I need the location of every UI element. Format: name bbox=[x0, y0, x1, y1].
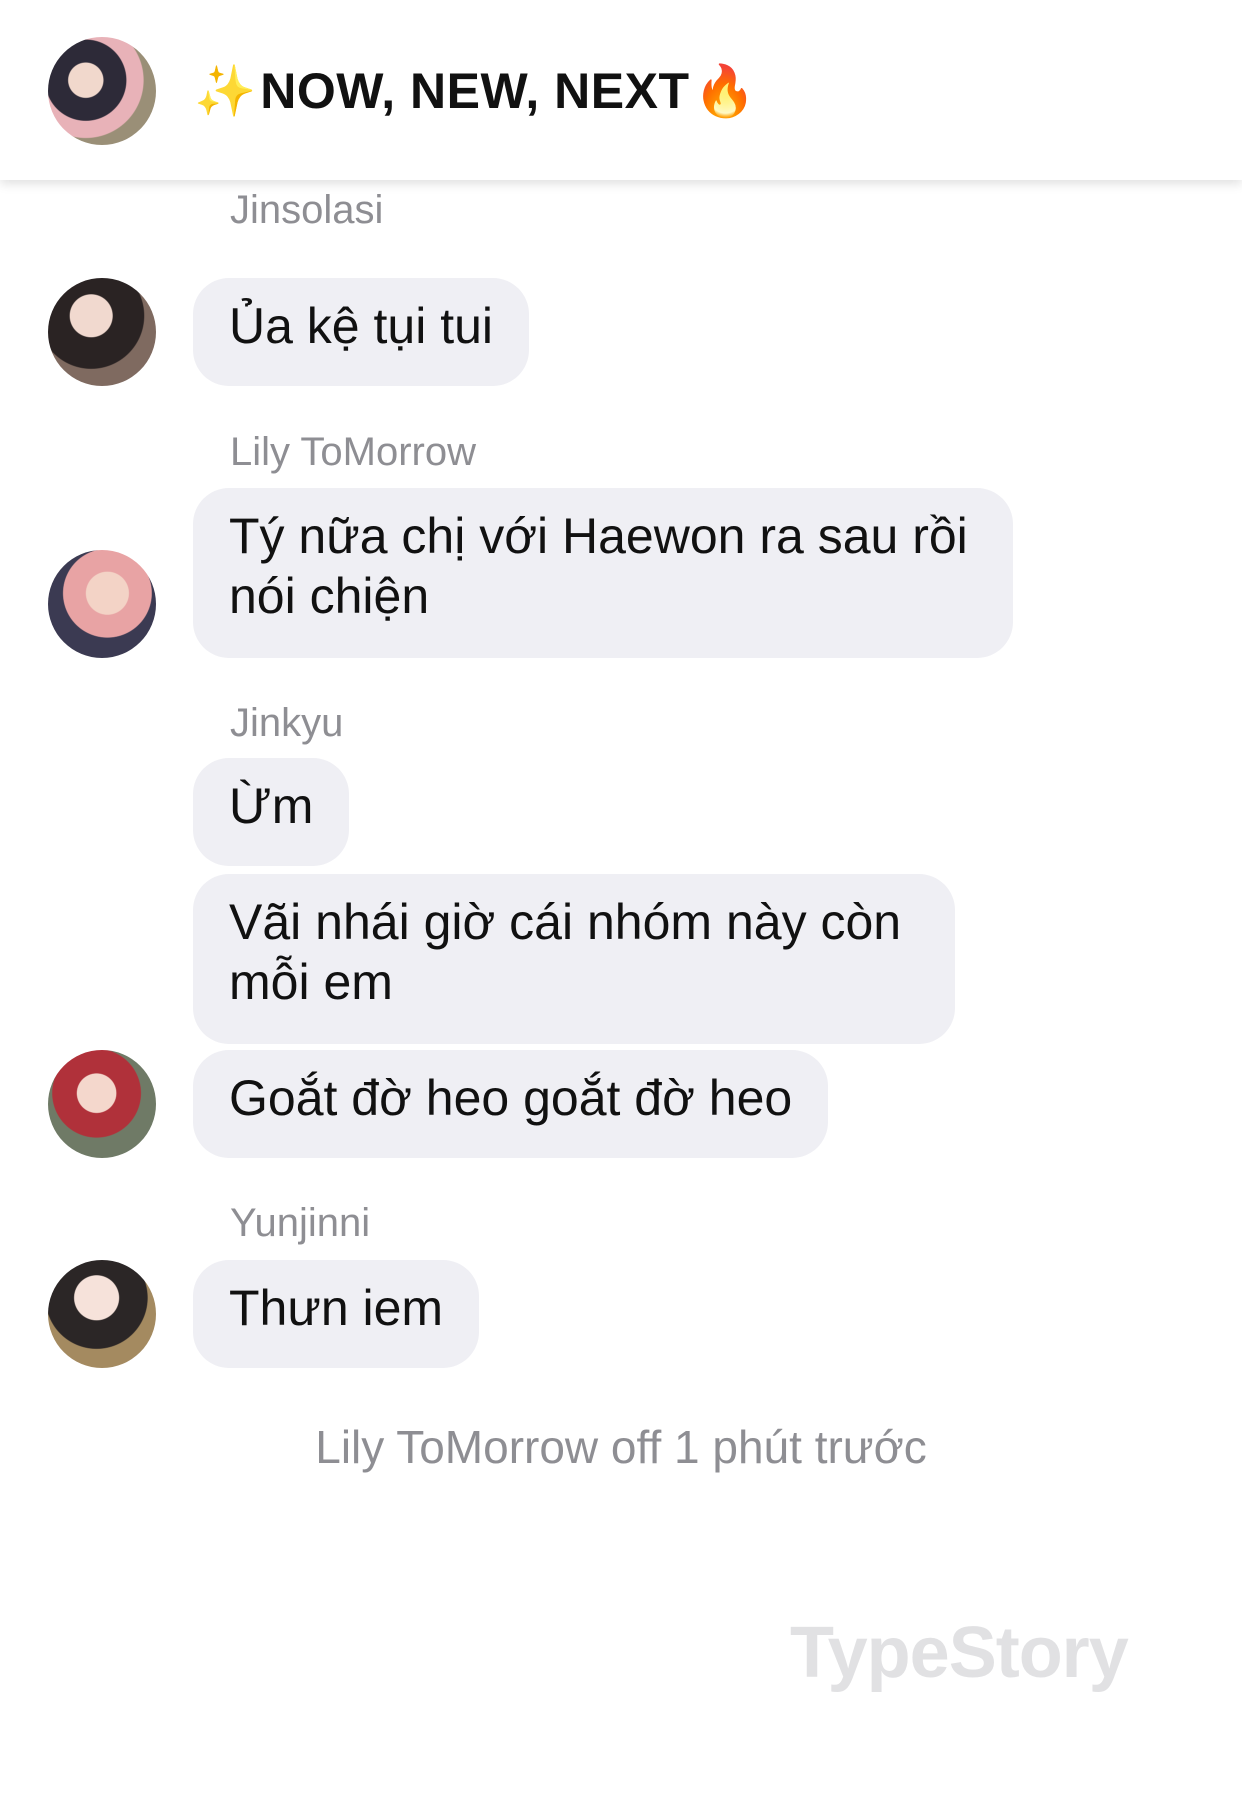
sender-name: Lily ToMorrow bbox=[230, 430, 476, 474]
avatar[interactable] bbox=[48, 1050, 156, 1158]
message-bubble[interactable]: Tý nữa chị với Haewon ra sau rồi nói chi… bbox=[193, 488, 1013, 658]
chat-header: ✨ NOW, NEW, NEXT 🔥 bbox=[0, 0, 1242, 180]
chat-title[interactable]: ✨ NOW, NEW, NEXT 🔥 bbox=[194, 55, 756, 127]
avatar[interactable] bbox=[48, 278, 156, 386]
fire-icon: 🔥 bbox=[693, 62, 756, 120]
message-bubble[interactable]: Vãi nhái giờ cái nhóm này còn mỗi em bbox=[193, 874, 955, 1044]
sender-name: Yunjinni bbox=[230, 1201, 371, 1245]
avatar[interactable] bbox=[48, 550, 156, 658]
message-bubble[interactable]: Ừm bbox=[193, 758, 350, 866]
avatar[interactable] bbox=[48, 1260, 156, 1368]
group-avatar[interactable] bbox=[48, 37, 156, 145]
message-bubble[interactable]: Goắt đờ heo goắt đờ heo bbox=[193, 1050, 829, 1158]
message-bubble[interactable]: Ủa kệ tụi tui bbox=[193, 278, 530, 386]
presence-status: Lily ToMorrow off 1 phút trước bbox=[315, 1421, 927, 1473]
message-bubble[interactable]: Thưn iem bbox=[193, 1260, 480, 1368]
watermark: TypeStory bbox=[790, 1613, 1129, 1693]
sparkles-icon: ✨ bbox=[194, 62, 257, 120]
sender-name: Jinsolasi bbox=[230, 188, 384, 232]
group-name: NOW, NEW, NEXT bbox=[260, 63, 690, 119]
sender-name: Jinkyu bbox=[230, 701, 344, 745]
